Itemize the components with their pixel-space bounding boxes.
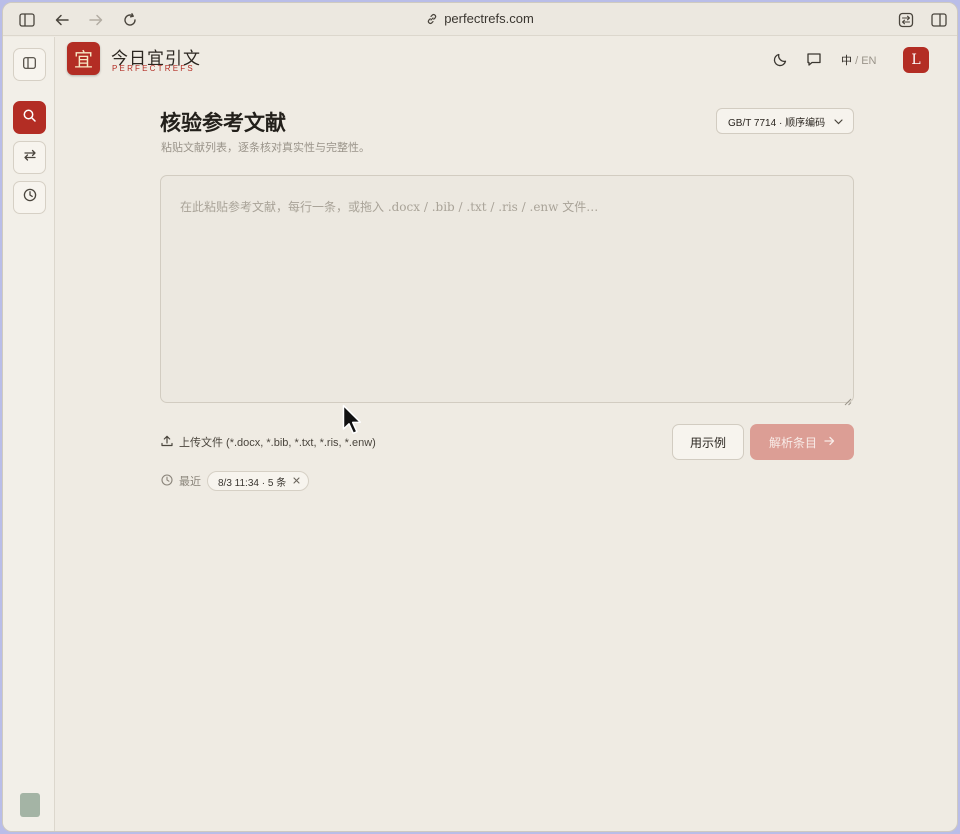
moon-icon[interactable] [771, 50, 789, 68]
nav-convert-button[interactable] [13, 141, 46, 174]
search-icon [23, 109, 36, 127]
lang-en[interactable]: EN [861, 55, 876, 67]
avatar[interactable]: L [903, 47, 929, 73]
arrow-right-icon [824, 435, 835, 449]
page-subtitle: 粘贴文献列表，逐条核对真实性与完整性。 [161, 142, 370, 154]
link-icon [426, 13, 438, 28]
extensions-icon[interactable] [896, 10, 916, 30]
page-title: 核验参考文献 [160, 110, 286, 135]
browser-toolbar: perfectrefs.com [3, 3, 957, 36]
lang-zh[interactable]: 中 [841, 55, 852, 67]
recent-session-chip[interactable]: 8/3 11:34 · 5 条 [207, 471, 310, 491]
brand-tagline: PERFECTREFS [112, 64, 195, 73]
parse-entries-button[interactable]: 解析条目 [750, 424, 854, 460]
resize-handle-icon[interactable] [844, 393, 852, 411]
chevron-down-icon [834, 117, 843, 128]
swap-icon [23, 148, 37, 167]
nav-verify-button[interactable] [13, 101, 46, 134]
parse-label: 解析条目 [768, 435, 817, 450]
citation-style-select[interactable]: GB/T 7714 · 顺序编码 [716, 108, 854, 134]
references-input[interactable] [160, 175, 854, 403]
recent-chip-label: 8/3 11:34 · 5 条 [218, 477, 287, 489]
use-example-button[interactable]: 用示例 [672, 424, 744, 460]
sidebar-icon [23, 56, 36, 74]
address-bar[interactable]: perfectrefs.com [3, 11, 957, 28]
recent-label-group: 最近 [161, 473, 201, 489]
upload-icon [161, 435, 173, 450]
brand-logo[interactable]: 宜 [67, 42, 100, 75]
mouse-cursor-icon [342, 404, 364, 441]
notebook-icon[interactable] [20, 793, 40, 817]
clock-icon [23, 188, 37, 207]
close-icon[interactable] [293, 476, 300, 487]
split-view-icon[interactable] [929, 10, 949, 30]
sidebar-toggle-button[interactable] [13, 48, 46, 81]
url-text: perfectrefs.com [444, 11, 534, 26]
clock-icon [161, 473, 173, 489]
lang-separator: / [855, 55, 859, 67]
language-switch[interactable]: 中 / EN [841, 52, 876, 68]
citation-style-value: GB/T 7714 · 顺序编码 [728, 117, 826, 129]
browser-window: perfectrefs.com 宜 今日宜引文 PERFECTREFS 中 / … [2, 2, 958, 832]
recent-label: 最近 [179, 476, 201, 488]
nav-history-button[interactable] [13, 181, 46, 214]
chat-icon[interactable] [805, 50, 823, 68]
left-rail [3, 37, 55, 831]
logo-glyph: 宜 [73, 49, 93, 71]
